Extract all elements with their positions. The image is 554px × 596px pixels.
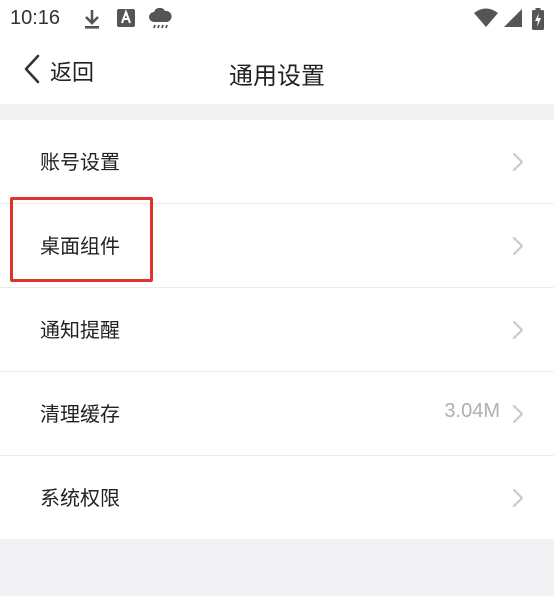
nav-bar: 返回 通用设置 <box>0 38 554 104</box>
settings-item-notifications[interactable]: 通知提醒 <box>0 288 554 372</box>
settings-item-label: 清理缓存 <box>40 402 120 426</box>
chevron-right-icon <box>512 488 524 512</box>
wifi-icon <box>474 8 498 32</box>
settings-item-clear-cache[interactable]: 清理缓存 3.04M <box>0 372 554 456</box>
status-time: 10:16 <box>10 7 61 29</box>
chevron-right-icon <box>512 236 524 260</box>
settings-item-label: 系统权限 <box>40 486 120 510</box>
cache-size-value: 3.04M <box>444 400 500 422</box>
font-a-icon <box>116 8 136 32</box>
signal-icon <box>504 8 522 32</box>
settings-item-desktop-widget[interactable]: 桌面组件 <box>0 204 554 288</box>
settings-item-label: 通知提醒 <box>40 318 120 342</box>
download-icon <box>82 8 102 34</box>
settings-item-account[interactable]: 账号设置 <box>0 120 554 204</box>
status-bar: 10:16 <box>0 0 554 38</box>
settings-item-system-permissions[interactable]: 系统权限 <box>0 456 554 539</box>
page-title: 通用设置 <box>229 62 325 90</box>
chevron-right-icon <box>512 404 524 428</box>
chevron-right-icon <box>512 320 524 344</box>
battery-charging-icon <box>532 8 544 34</box>
cloud-rain-icon <box>148 7 172 34</box>
chevron-right-icon <box>512 152 524 176</box>
settings-list: 账号设置 桌面组件 通知提醒 清理缓存 3.04M 系统权限 <box>0 120 554 539</box>
settings-item-label: 桌面组件 <box>40 234 120 258</box>
settings-item-label: 账号设置 <box>40 150 120 174</box>
